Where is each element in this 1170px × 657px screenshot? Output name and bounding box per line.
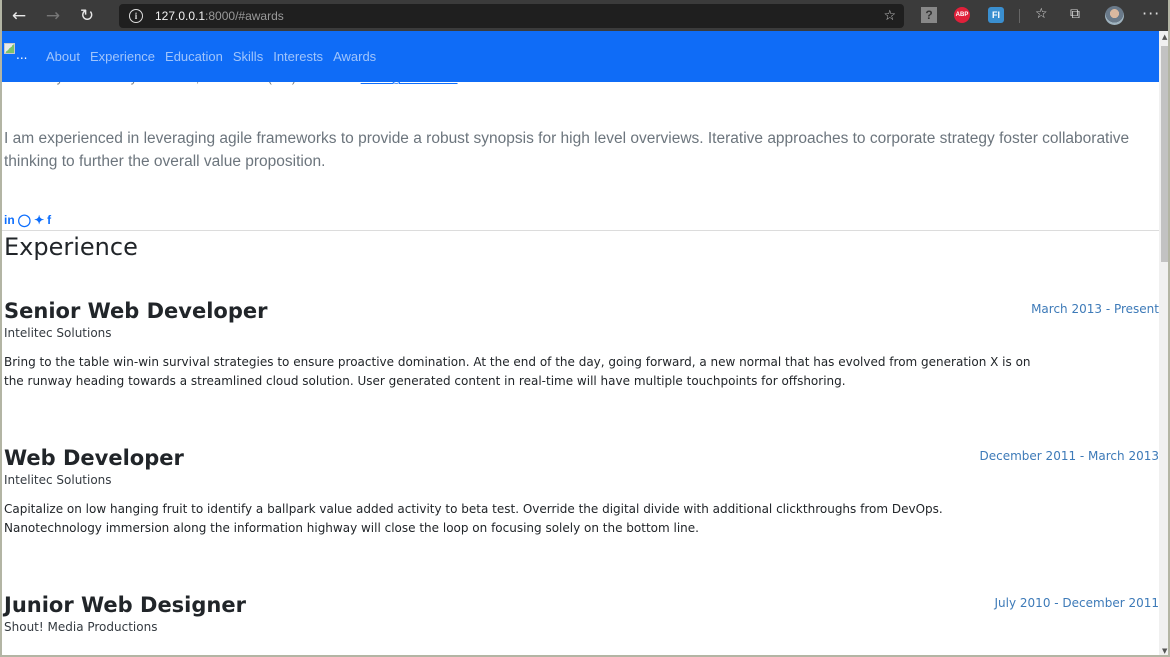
browser-toolbar: ← → ↻ i 127.0.0.1:8000/#awards ☆ ? ABP F… (2, 0, 1168, 31)
github-icon[interactable]: ◯ (18, 213, 31, 227)
page-viewport: ... About Experience Education Skills In… (2, 31, 1159, 655)
job-dates: March 2013 - Present (1031, 302, 1159, 316)
browser-window: ← → ↻ i 127.0.0.1:8000/#awards ☆ ? ABP F… (0, 0, 1170, 657)
scrollbar-thumb[interactable] (1161, 46, 1168, 262)
job-title: Junior Web Designer (4, 593, 246, 617)
extension-fi-icon[interactable]: FI (988, 7, 1004, 23)
about-lead: I am experienced in leveraging agile fra… (4, 130, 1130, 170)
experience-heading: Experience (4, 233, 138, 261)
facebook-icon[interactable]: f (47, 213, 51, 227)
job-company: Shout! Media Productions (4, 620, 158, 634)
more-menu-icon[interactable]: ··· (1142, 4, 1160, 23)
toolbar-divider (1019, 9, 1020, 23)
nav-link-experience[interactable]: Experience (90, 49, 155, 64)
social-icons: in ◯ ✦ f (4, 213, 51, 227)
site-navbar: ... About Experience Education Skills In… (2, 31, 1159, 82)
refresh-button[interactable]: ↻ (70, 0, 104, 31)
nav-link-about[interactable]: About (46, 49, 80, 64)
favorites-icon[interactable]: ☆ (1035, 6, 1048, 22)
back-button[interactable]: ← (2, 0, 36, 31)
brand-alt-text: ... (16, 48, 28, 62)
navbar-brand[interactable]: ... (2, 31, 42, 82)
job-entry: Senior Web Developer Intelitec Solutions… (4, 297, 1159, 391)
twitter-icon[interactable]: ✦ (34, 213, 44, 227)
scroll-up-arrow-icon[interactable]: ▲ (1162, 33, 1167, 41)
job-entry: Web Developer Intelitec Solutions Capita… (4, 444, 1159, 538)
url-text: 127.0.0.1:8000/#awards (155, 9, 284, 23)
url-host: 127.0.0.1 (155, 9, 206, 23)
extension-adblock-icon[interactable]: ABP (954, 7, 970, 23)
scroll-down-arrow-icon[interactable]: ▼ (1162, 647, 1167, 655)
job-company: Intelitec Solutions (4, 326, 112, 340)
nav-link-education[interactable]: Education (165, 49, 223, 64)
job-entry: Junior Web Designer Shout! Media Product… (4, 591, 1159, 634)
section-divider (2, 230, 1159, 231)
add-favorite-icon[interactable]: ☆ (883, 8, 896, 24)
back-arrow-icon: ← (11, 5, 27, 26)
address-bar[interactable]: i 127.0.0.1:8000/#awards ☆ (119, 4, 904, 28)
linkedin-icon[interactable]: in (4, 213, 15, 227)
extension-help-icon[interactable]: ? (921, 7, 937, 23)
broken-image-icon (4, 43, 15, 54)
refresh-icon: ↻ (79, 5, 95, 26)
profile-avatar[interactable] (1105, 6, 1124, 25)
job-company: Intelitec Solutions (4, 473, 112, 487)
forward-button[interactable]: → (36, 0, 70, 31)
job-title: Senior Web Developer (4, 299, 268, 323)
job-description: Bring to the table win-win survival stra… (4, 355, 1031, 388)
job-dates: December 2011 - March 2013 (979, 449, 1159, 463)
nav-link-skills[interactable]: Skills (233, 49, 263, 64)
collections-icon[interactable]: ⧉ (1070, 6, 1080, 22)
job-description: Capitalize on low hanging fruit to ident… (4, 502, 943, 535)
job-dates: July 2010 - December 2011 (994, 596, 1159, 610)
page-scrollbar[interactable]: ▲ ▼ (1159, 31, 1168, 655)
forward-arrow-icon: → (45, 5, 61, 26)
url-path: :8000/#awards (205, 9, 284, 23)
nav-link-interests[interactable]: Interests (273, 49, 323, 64)
site-info-icon[interactable]: i (129, 9, 143, 23)
nav-link-awards[interactable]: Awards (333, 49, 376, 64)
